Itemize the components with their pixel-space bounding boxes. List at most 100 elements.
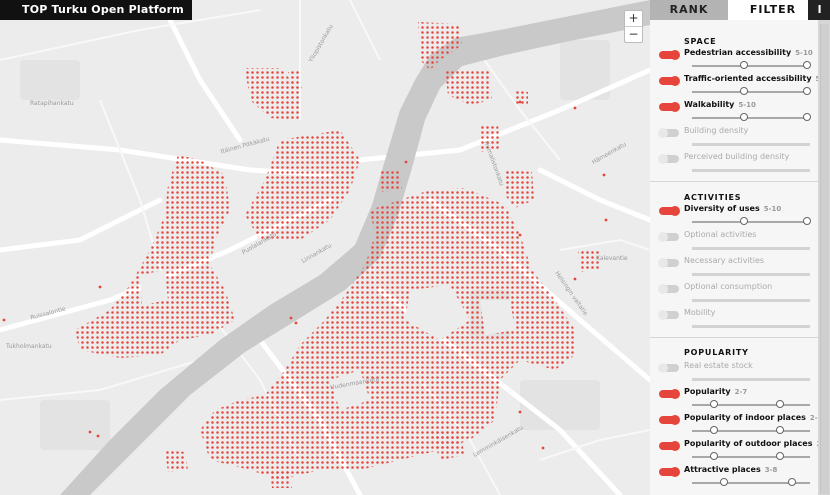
street-label: Tukholmankatu (6, 343, 52, 350)
street-label: Ratapihankatu (30, 100, 74, 107)
slider-diversity-of-uses[interactable] (692, 217, 811, 225)
filter-label-popularity-indoor: Popularity of indoor places 2-7 (684, 413, 823, 422)
filter-label-text: Popularity (684, 387, 731, 396)
toggle-knob (670, 102, 680, 112)
slider-handle-max[interactable] (803, 217, 811, 225)
toggle-popularity[interactable] (659, 389, 680, 399)
toggle-knob (658, 154, 668, 164)
filter-label-popularity-outdoor: Popularity of outdoor places2-7 (684, 439, 829, 448)
street-label: Kalevantie (596, 255, 628, 262)
panel-scrollbar[interactable] (818, 20, 830, 495)
slider-handle-min[interactable] (740, 87, 748, 95)
slider-mobility[interactable] (692, 325, 810, 328)
toggle-knob (658, 363, 668, 373)
info-button[interactable]: I (808, 0, 830, 20)
filter-label-perceived-building-density: Perceived building density (684, 152, 790, 161)
toggle-mobility[interactable] (658, 310, 679, 320)
section-divider (650, 337, 818, 338)
slider-handle-max[interactable] (803, 113, 811, 121)
zoom-control: + − (624, 10, 643, 43)
slider-optional-consumption[interactable] (692, 299, 810, 302)
toggle-knob (658, 310, 668, 320)
filter-label-necessary-activities: Necessary activities (684, 256, 765, 265)
slider-handle-max[interactable] (788, 478, 796, 486)
toggle-necessary-activities[interactable] (658, 258, 679, 268)
filter-label-optional-consumption: Optional consumption (684, 282, 773, 291)
slider-handle-max[interactable] (776, 400, 784, 408)
slider-building-density[interactable] (692, 143, 810, 146)
slider-handle-max[interactable] (776, 452, 784, 460)
filter-range: 5-10 (763, 205, 782, 213)
slider-pedestrian-accessibility[interactable] (692, 61, 811, 69)
toggle-optional-activities[interactable] (658, 232, 679, 242)
filter-range: 3-8 (764, 466, 778, 474)
slider-attractive-places[interactable] (692, 478, 810, 486)
filter-label-attractive-places: Attractive places 3-8 (684, 465, 777, 474)
toggle-popularity-outdoor[interactable] (659, 441, 680, 451)
filter-label-building-density: Building density (684, 126, 749, 135)
filter-label-popularity: Popularity 2-7 (684, 387, 747, 396)
slider-real-estate-stock[interactable] (692, 378, 810, 381)
slider-handle-max[interactable] (776, 426, 784, 434)
slider-handle-min[interactable] (710, 452, 718, 460)
slider-handle-min[interactable] (740, 113, 748, 121)
toggle-knob (670, 389, 680, 399)
filter-range: 2-7 (734, 388, 748, 396)
filter-label-text: Popularity of outdoor places (684, 439, 813, 448)
tab-rank[interactable]: RANK (650, 0, 728, 20)
toggle-perceived-building-density[interactable] (658, 154, 679, 164)
filter-label-text: Walkability (684, 100, 735, 109)
slider-handle-min[interactable] (710, 426, 718, 434)
toggle-knob (670, 76, 680, 86)
filter-label-text: Popularity of indoor places (684, 413, 806, 422)
toggle-knob (658, 232, 668, 242)
slider-popularity-outdoor[interactable] (692, 452, 810, 460)
section-divider (650, 181, 818, 182)
toggle-pedestrian-accessibility[interactable] (659, 50, 680, 60)
toggle-traffic-accessibility[interactable] (659, 76, 680, 86)
slider-handle-min[interactable] (740, 217, 748, 225)
zoom-out-button[interactable]: − (625, 26, 642, 42)
toggle-knob (658, 284, 668, 294)
toggle-popularity-indoor[interactable] (659, 415, 680, 425)
scrollbar-thumb[interactable] (820, 24, 829, 494)
toggle-knob (670, 415, 680, 425)
toggle-knob (658, 258, 668, 268)
section-activities-title: ACTIVITIES (684, 193, 742, 202)
filter-label-diversity-of-uses: Diversity of uses 5-10 (684, 204, 781, 213)
toggle-knob (658, 128, 668, 138)
panel-tabs: RANK FILTER (650, 0, 818, 20)
map-view[interactable]: Ratapihankatu Itäinen Pitkäkatu Yliopist… (0, 0, 650, 495)
slider-popularity-indoor[interactable] (692, 426, 810, 434)
toggle-real-estate-stock[interactable] (658, 363, 679, 373)
filter-label-walkability: Walkability 5-10 (684, 100, 756, 109)
slider-traffic-accessibility[interactable] (692, 87, 811, 95)
toggle-diversity-of-uses[interactable] (659, 206, 680, 216)
filter-label-text: Traffic-oriented accessibility (684, 74, 812, 83)
slider-handle-max[interactable] (803, 61, 811, 69)
slider-walkability[interactable] (692, 113, 811, 121)
filter-range: 5-10 (738, 101, 756, 109)
toggle-knob (670, 206, 680, 216)
section-space-title: SPACE (684, 37, 717, 46)
filter-label-pedestrian-accessibility: Pedestrian accessibility 5-10 (684, 48, 813, 57)
slider-optional-activities[interactable] (692, 247, 810, 250)
zoom-in-button[interactable]: + (625, 11, 642, 26)
toggle-walkability[interactable] (659, 102, 680, 112)
toggle-building-density[interactable] (658, 128, 679, 138)
slider-popularity[interactable] (692, 400, 810, 408)
toggle-attractive-places[interactable] (659, 467, 680, 477)
tab-filter[interactable]: FILTER (728, 0, 818, 20)
slider-handle-min[interactable] (710, 400, 718, 408)
filter-panel: RANK FILTER I SPACE Pedestrian accessibi… (650, 0, 830, 495)
slider-handle-min[interactable] (720, 478, 728, 486)
filter-label-real-estate-stock: Real estate stock (684, 361, 753, 370)
slider-perceived-building-density[interactable] (692, 169, 810, 172)
slider-handle-min[interactable] (740, 61, 748, 69)
toggle-optional-consumption[interactable] (658, 284, 679, 294)
slider-handle-max[interactable] (803, 87, 811, 95)
filter-label-traffic-accessibility: Traffic-oriented accessibility5-10 (684, 74, 830, 83)
slider-necessary-activities[interactable] (692, 273, 810, 276)
filter-label-optional-activities: Optional activities (684, 230, 757, 239)
filter-label-text: Attractive places (684, 465, 761, 474)
